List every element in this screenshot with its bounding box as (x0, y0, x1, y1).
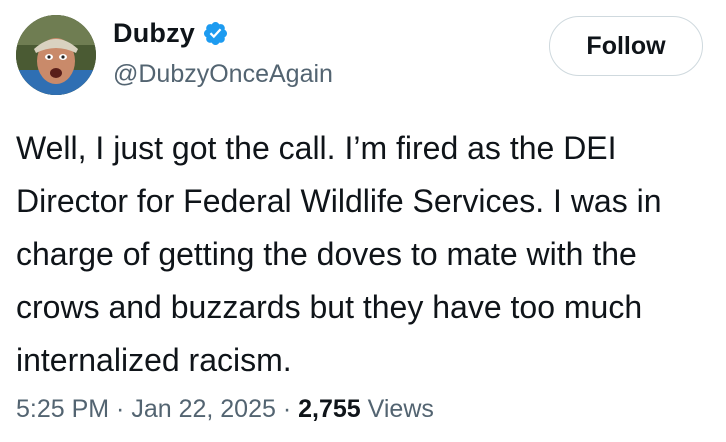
meta-separator: · (109, 395, 132, 423)
tweet-date[interactable]: Jan 22, 2025 (131, 395, 276, 423)
tweet-text-line: Well, I just got the call. I’m fired as … (16, 130, 617, 166)
views-count: 2,755 (298, 395, 361, 423)
user-handle[interactable]: @DubzyOnceAgain (113, 60, 333, 89)
views-label: Views (360, 395, 434, 423)
tweet-text-line: internalized racism. (16, 342, 292, 378)
tweet-text-line: Director for Federal Wildlife Services. … (16, 183, 662, 219)
follow-button[interactable]: Follow (549, 16, 703, 76)
tweet-meta: 5:25 PM · Jan 22, 2025 · 2,755 Views (16, 395, 434, 424)
tweet-text: Well, I just got the call. I’m fired as … (16, 122, 716, 387)
display-name[interactable]: Dubzy (113, 18, 195, 49)
name-row: Dubzy (113, 18, 229, 49)
tweet-text-line: charge of getting the doves to mate with… (16, 236, 637, 272)
meta-separator: · (275, 395, 299, 423)
tweet-time[interactable]: 5:25 PM (16, 395, 109, 423)
avatar-image (16, 15, 96, 95)
avatar[interactable] (16, 15, 96, 95)
verified-badge-icon (202, 20, 229, 47)
tweet-text-line: crows and buzzards but they have too muc… (16, 289, 643, 325)
